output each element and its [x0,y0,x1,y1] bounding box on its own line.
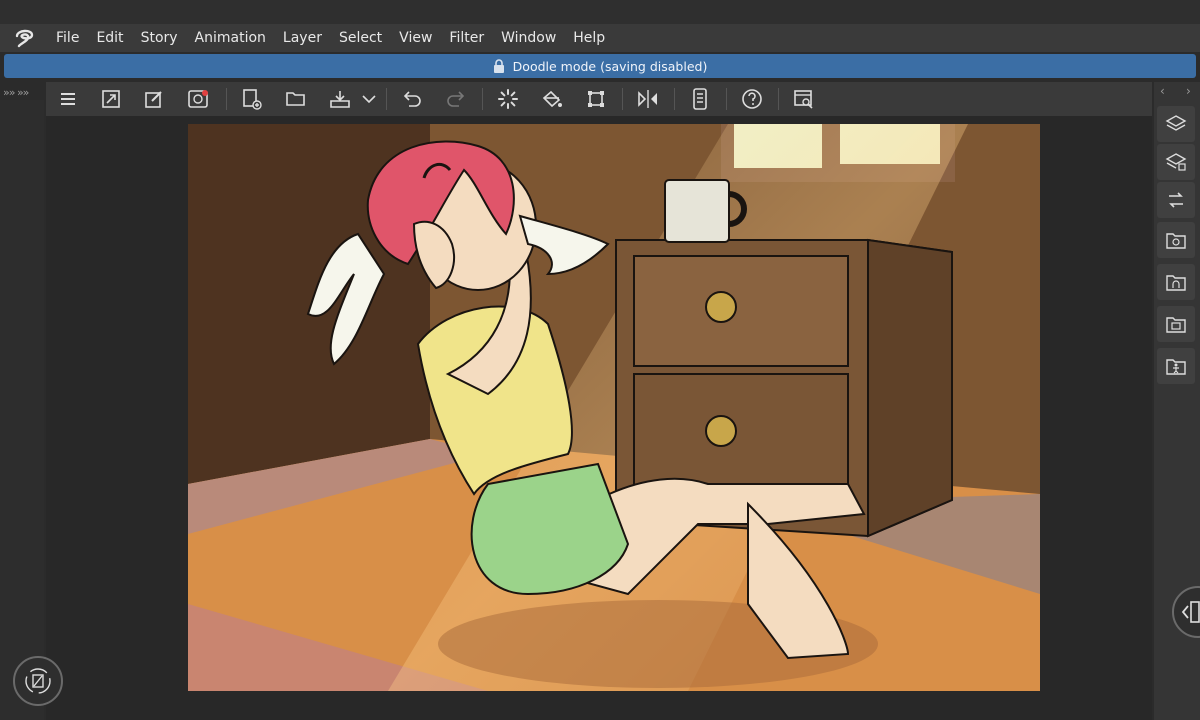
material-image-icon[interactable] [1157,306,1195,342]
flip-horizontal-icon[interactable] [634,86,662,112]
material-people-icon[interactable] [1157,264,1195,300]
device-icon[interactable] [686,86,714,112]
new-page-icon[interactable] [238,86,266,112]
navigator-icon[interactable] [1157,182,1195,218]
drawing-canvas[interactable] [188,124,1040,691]
menu-bar: File Edit Story Animation Layer Select V… [0,24,1200,52]
chevron-left-icon [1181,601,1200,623]
command-bar [46,82,1152,116]
menu-file[interactable]: File [56,30,79,46]
collapse-glyph: »» »» [3,86,29,99]
menu-animation[interactable]: Animation [195,30,266,46]
lock-icon [493,59,505,73]
transform-icon[interactable] [582,86,610,112]
right-panel-header: ‹ › [1154,82,1200,102]
toolbar-divider [386,88,387,110]
toolbar-divider [622,88,623,110]
menu-help[interactable]: Help [573,30,605,46]
undo-icon[interactable] [398,86,426,112]
toolbar-divider [226,88,227,110]
left-panel-collapse-button[interactable]: »» »» [0,82,44,102]
doodle-mode-banner: Doodle mode (saving disabled) [4,54,1196,78]
menu-story[interactable]: Story [141,30,178,46]
toolbar-divider [674,88,675,110]
toolbar-divider [778,88,779,110]
menu-layer[interactable]: Layer [283,30,322,46]
spiral-cloud-icon[interactable] [184,86,212,112]
help-icon[interactable] [738,86,766,112]
collapse-left-button[interactable]: ‹ [1160,84,1165,98]
menu-edit[interactable]: Edit [96,30,123,46]
fill-icon[interactable] [538,86,566,112]
loading-icon[interactable] [494,86,522,112]
doodle-mode-text: Doodle mode (saving disabled) [512,58,708,74]
toolbar-divider [482,88,483,110]
layers-icon[interactable] [1157,106,1195,142]
open-folder-icon[interactable] [282,86,310,112]
material-icon[interactable] [1157,222,1195,258]
dropdown-arrow-icon[interactable] [358,86,380,112]
menu-select[interactable]: Select [339,30,382,46]
toolbar-divider [726,88,727,110]
resize-canvas-icon[interactable] [97,86,125,112]
menu-icon[interactable] [54,86,82,112]
export-icon[interactable] [326,86,354,112]
left-dock-panel [0,100,44,720]
title-strip [0,0,1200,24]
edit-icon[interactable] [140,86,168,112]
menu-view[interactable]: View [399,30,432,46]
redo-icon[interactable] [442,86,470,112]
menu-filter[interactable]: Filter [449,30,484,46]
view-search-icon[interactable] [790,86,818,112]
collapse-right-button[interactable]: › [1186,84,1191,98]
layer-properties-icon[interactable] [1157,144,1195,180]
canvas-rotate-button[interactable] [13,656,63,706]
app-logo-icon[interactable] [12,25,38,51]
artwork-illustration [188,124,1040,691]
material-pose-icon[interactable] [1157,348,1195,384]
menu-window[interactable]: Window [501,30,556,46]
rotate-icon [25,668,51,694]
